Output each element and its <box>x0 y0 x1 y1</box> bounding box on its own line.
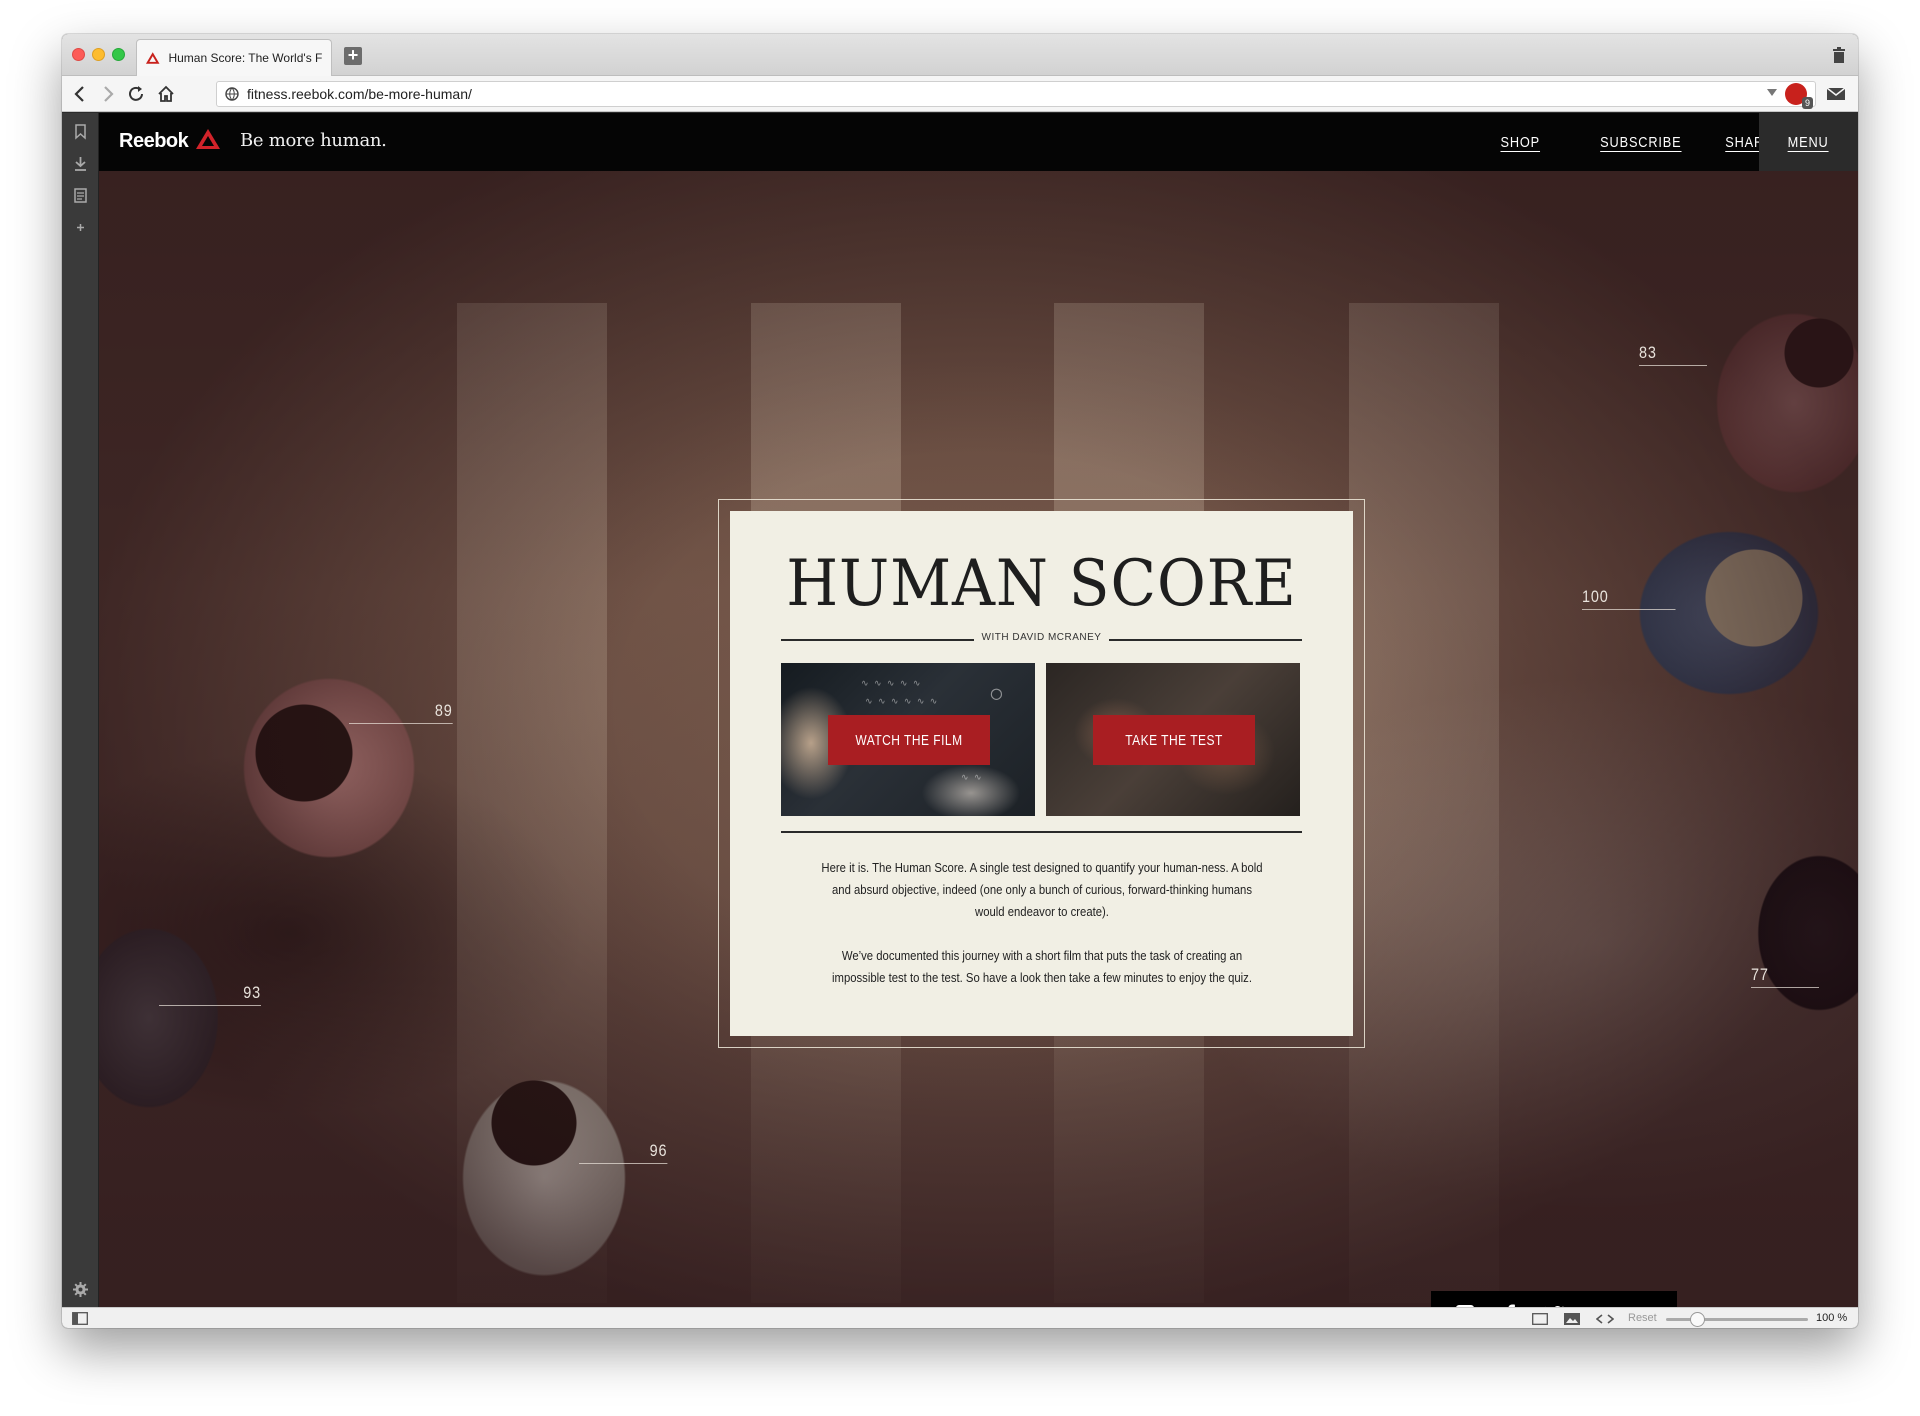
card-paragraph: Here it is. The Human Score. A single te… <box>821 860 1263 919</box>
human-score-card: HUMAN SCORE WITH DAVID MCRANEY ∿ ∿ ∿ ∿ ∿… <box>730 511 1353 1036</box>
tab-bar: Human Score: The World's Fi + <box>62 34 1858 76</box>
notes-panel-icon[interactable] <box>72 187 89 204</box>
zoom-window-button[interactable] <box>112 48 125 61</box>
minimize-window-button[interactable] <box>92 48 105 61</box>
forward-icon[interactable] <box>98 84 118 104</box>
card-byline: WITH DAVID MCRANEY <box>730 632 1353 643</box>
zoom-reset-button[interactable]: Reset <box>1628 1312 1657 1324</box>
card-title: HUMAN SCORE <box>786 547 1297 621</box>
chalkboard-scribble: ∿ ∿ ∿ ∿ ∿ <box>861 679 921 689</box>
back-icon[interactable] <box>70 84 90 104</box>
bookmarks-panel-icon[interactable] <box>72 123 89 140</box>
nav-shop[interactable]: SHOP <box>1497 113 1544 171</box>
nav-menu-link[interactable]: MENU <box>1788 134 1829 151</box>
chalkboard-scribble: ∿ ∿ <box>961 773 982 783</box>
web-content: 83 100 89 93 96 77 Reebok Be more human.… <box>99 113 1858 1307</box>
new-tab-button[interactable]: + <box>344 46 362 65</box>
url-input[interactable]: fitness.reebok.com/be-more-human/ <box>216 81 1816 107</box>
nav-shop-link[interactable]: SHOP <box>1500 134 1540 151</box>
site-header: Reebok Be more human. SHOP SUBSCRIBE SHA… <box>99 113 1858 171</box>
tile-view-icon[interactable] <box>1532 1313 1548 1325</box>
site-tagline: Be more human. <box>240 130 387 151</box>
side-panel <box>62 113 99 1307</box>
nav-subscribe-link[interactable]: SUBSCRIBE <box>1600 134 1681 151</box>
body-divider <box>781 831 1302 833</box>
url-text: fitness.reebok.com/be-more-human/ <box>247 86 472 102</box>
zoom-slider[interactable] <box>1666 1318 1808 1321</box>
globe-icon <box>225 87 239 101</box>
panel-toggle-icon[interactable] <box>72 1312 88 1325</box>
browser-window: Human Score: The World's Fi + fitness.re… <box>62 34 1858 1328</box>
take-test-label: TAKE THE TEST <box>1125 731 1223 749</box>
chalkboard-scribble: ∿ ∿ ∿ ∿ ∿ ∿ <box>865 697 938 707</box>
tab-title: Human Score: The World's Fi <box>168 51 323 65</box>
share-bar: g <box>1431 1291 1677 1307</box>
trash-icon[interactable] <box>1832 47 1846 63</box>
settings-gear-icon[interactable] <box>72 1281 89 1298</box>
reebok-logo[interactable]: Reebok <box>119 130 189 153</box>
images-icon[interactable] <box>1564 1313 1580 1325</box>
dropdown-icon[interactable] <box>1767 89 1777 97</box>
card-body: Here it is. The Human Score. A single te… <box>782 857 1302 989</box>
human-score-label: 77 <box>1751 965 1819 988</box>
watch-film-button[interactable]: WATCH THE FILM <box>828 715 990 765</box>
human-score-label: 89 <box>349 701 453 724</box>
watch-film-tile[interactable]: ∿ ∿ ∿ ∿ ∿ ∿ ∿ ∿ ∿ ∿ ∿ ◯ ∿ ∿ WATCH THE FI… <box>781 663 1035 816</box>
take-test-tile[interactable]: TAKE THE TEST <box>1046 663 1300 816</box>
extension-badge-count: 9 <box>1801 97 1813 109</box>
zoom-level: 100 % <box>1816 1312 1848 1324</box>
address-bar: fitness.reebok.com/be-more-human/ 9 <box>62 76 1858 112</box>
chalkboard-scribble: ◯ <box>991 683 1002 704</box>
nav-subscribe[interactable]: SUBSCRIBE <box>1593 113 1689 171</box>
zoom-slider-handle[interactable] <box>1690 1312 1705 1327</box>
card-paragraph: We’ve documented this journey with a sho… <box>832 948 1252 985</box>
human-score-label: 93 <box>159 983 261 1006</box>
reebok-delta-icon <box>196 129 220 149</box>
take-test-button[interactable]: TAKE THE TEST <box>1093 715 1255 765</box>
extension-icon[interactable]: 9 <box>1785 83 1813 109</box>
watch-film-label: WATCH THE FILM <box>855 731 963 749</box>
downloads-panel-icon[interactable] <box>72 155 89 172</box>
mail-extension-icon[interactable] <box>1826 85 1846 101</box>
add-panel-icon[interactable] <box>72 219 89 236</box>
human-score-label: 96 <box>579 1141 668 1164</box>
byline-text: WITH DAVID MCRANEY <box>973 632 1110 643</box>
reload-icon[interactable] <box>126 84 146 104</box>
close-window-button[interactable] <box>72 48 85 61</box>
status-bar: Reset 100 % <box>62 1307 1858 1328</box>
human-score-label: 83 <box>1639 343 1707 366</box>
nav-menu-button[interactable]: MENU <box>1759 113 1858 171</box>
page-actions-icon[interactable] <box>1596 1313 1614 1325</box>
browser-tab[interactable]: Human Score: The World's Fi <box>136 39 332 76</box>
home-icon[interactable] <box>156 84 176 104</box>
reebok-favicon-icon <box>145 52 160 64</box>
human-score-label: 100 <box>1582 587 1676 610</box>
